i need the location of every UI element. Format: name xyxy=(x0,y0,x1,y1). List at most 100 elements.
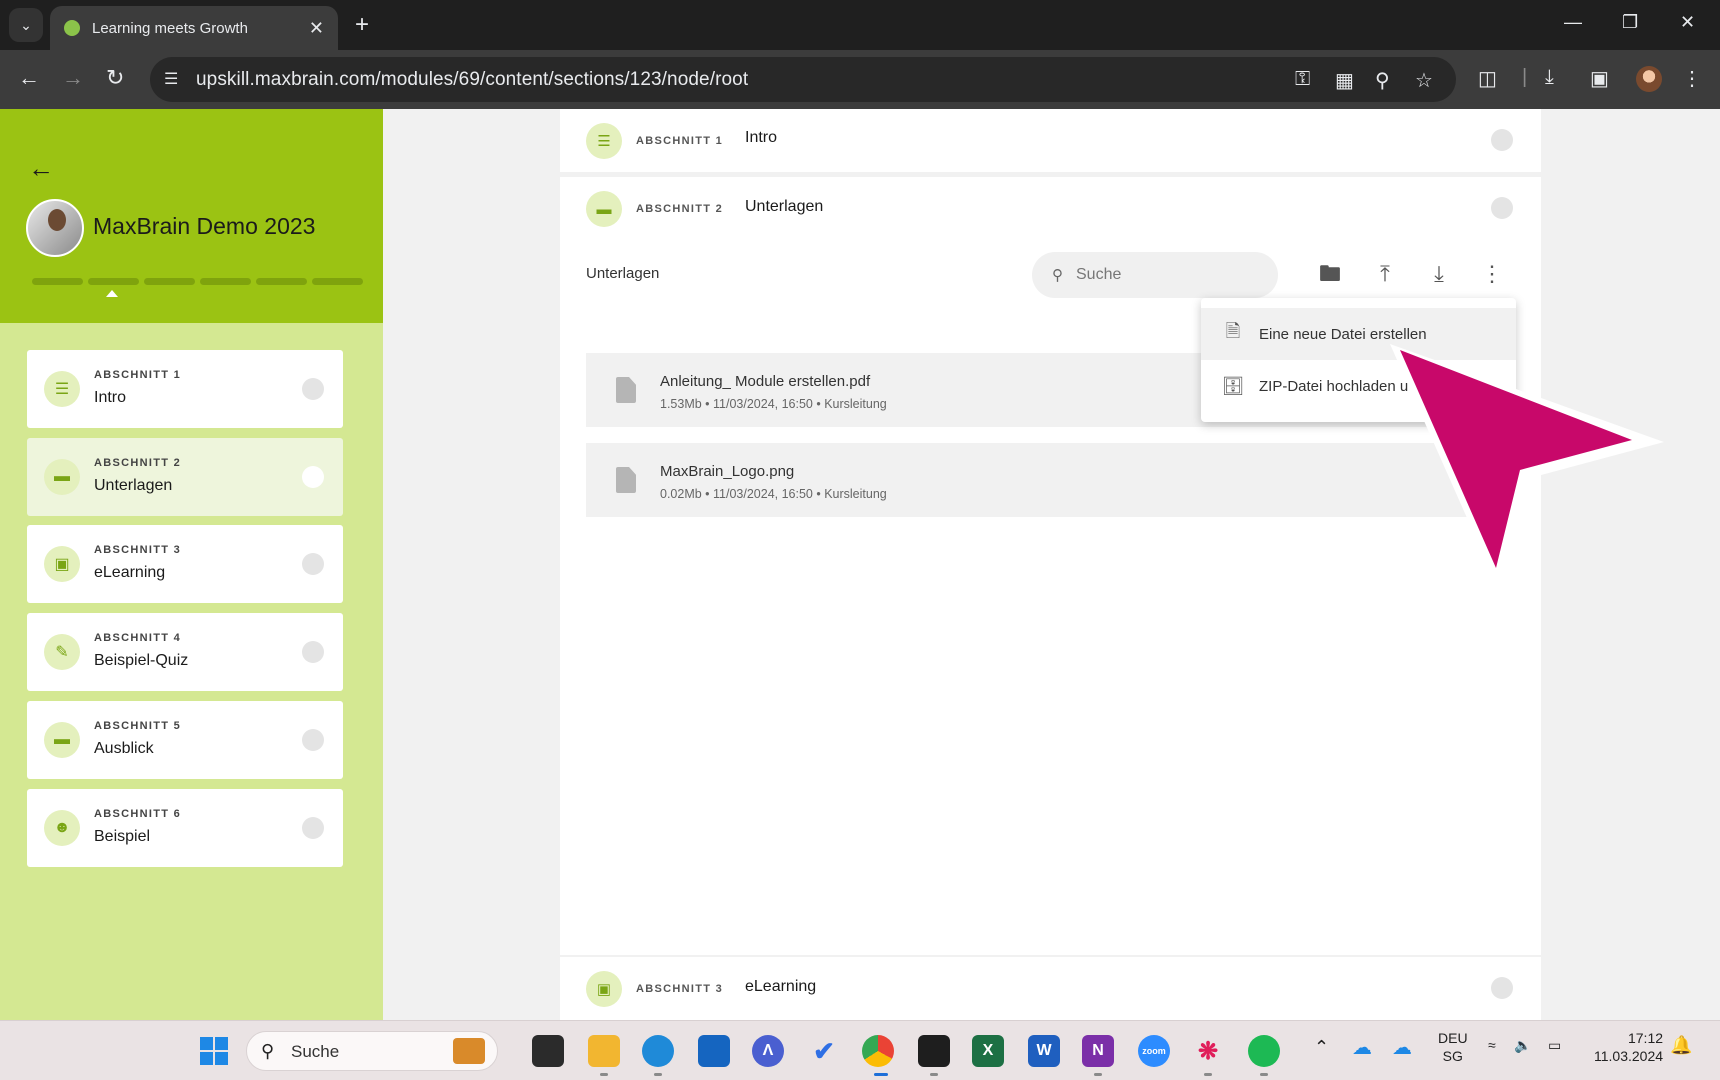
section-name: Beispiel-Quiz xyxy=(94,652,189,669)
excel-icon[interactable]: X xyxy=(972,1035,1004,1067)
notification-bell-icon[interactable]: 🔔 xyxy=(1670,1035,1692,1056)
progress-bar xyxy=(32,278,363,285)
section-row-elearning[interactable]: ▣ ABSCHNITT 3 eLearning xyxy=(560,957,1541,1020)
address-bar[interactable]: ☰ upskill.maxbrain.com/modules/69/conten… xyxy=(150,57,1456,102)
file-search[interactable]: ⚲ xyxy=(1032,252,1278,298)
progress-segment[interactable] xyxy=(32,278,83,285)
onedrive-icon[interactable]: ☁ xyxy=(1352,1035,1372,1060)
key-icon[interactable]: ⚿ xyxy=(1295,68,1310,91)
profile-avatar[interactable] xyxy=(1636,66,1662,92)
battery-icon[interactable]: ▭ xyxy=(1548,1037,1561,1054)
site-info-icon[interactable]: ☰ xyxy=(164,69,178,89)
progress-segment[interactable] xyxy=(256,278,307,285)
progress-segment[interactable] xyxy=(144,278,195,285)
task-view-icon[interactable] xyxy=(532,1035,564,1067)
tray-chevron-icon[interactable]: ⌃ xyxy=(1314,1037,1329,1058)
bookmark-star-icon[interactable]: ☆ xyxy=(1415,68,1433,93)
sidebar-item-ausblick[interactable]: ▬ ABSCHNITT 5 Ausblick xyxy=(27,701,343,779)
tab-close-icon[interactable]: ✕ xyxy=(309,18,324,39)
word-icon[interactable]: W xyxy=(1028,1035,1060,1067)
taskbar-search[interactable]: ⚲ Suche xyxy=(246,1031,498,1071)
section-kicker: ABSCHNITT 4 xyxy=(94,632,182,644)
file-meta: 0.02Mb • 11/03/2024, 16:50 • Kursleitung xyxy=(660,487,887,501)
sidebar-item-elearning[interactable]: ▣ ABSCHNITT 3 eLearning xyxy=(27,525,343,603)
zip-file-icon: 🗄 xyxy=(1221,375,1245,396)
section-name: Intro xyxy=(94,389,127,406)
sidebar-item-intro[interactable]: ☰ ABSCHNITT 1 Intro xyxy=(27,350,343,428)
language-indicator[interactable]: DEU SG xyxy=(1438,1029,1468,1065)
sidebar-item-beispiel-quiz[interactable]: ✎ ABSCHNITT 4 Beispiel-Quiz xyxy=(27,613,343,691)
running-indicator xyxy=(1260,1073,1268,1076)
running-indicator xyxy=(654,1073,662,1076)
slack-icon[interactable]: ❋ xyxy=(1192,1035,1224,1067)
volume-icon[interactable]: 🔈 xyxy=(1514,1037,1531,1054)
section-row-intro[interactable]: ☰ ABSCHNITT 1 Intro xyxy=(560,109,1541,172)
figma-icon[interactable] xyxy=(918,1035,950,1067)
onedrive-icon[interactable]: ☁ xyxy=(1392,1035,1412,1060)
tab-favicon-icon xyxy=(64,20,80,36)
chrome-icon[interactable] xyxy=(862,1035,894,1067)
section-name: Unterlagen xyxy=(94,477,173,494)
file-explorer-icon[interactable] xyxy=(588,1035,620,1067)
browser-toolbar: ← → ↻ ☰ upskill.maxbrain.com/modules/69/… xyxy=(0,50,1720,109)
minimize-icon[interactable]: — xyxy=(1564,12,1582,33)
windows-start-icon[interactable] xyxy=(198,1035,230,1067)
section-kicker: ABSCHNITT 3 xyxy=(636,983,724,995)
search-icon: ⚲ xyxy=(1052,267,1063,284)
status-dot xyxy=(302,553,324,575)
running-indicator xyxy=(1094,1073,1102,1076)
status-dot xyxy=(302,378,324,400)
progress-segment[interactable] xyxy=(312,278,363,285)
back-arrow-icon[interactable]: ← xyxy=(28,153,54,184)
back-icon[interactable]: ← xyxy=(18,66,40,90)
text-lines-icon: ☰ xyxy=(586,123,622,159)
running-indicator xyxy=(874,1073,888,1076)
tab-search-button[interactable]: ⌄ xyxy=(9,8,43,42)
more-options-icon[interactable]: ⋮ xyxy=(1477,259,1507,289)
restore-icon[interactable]: ❐ xyxy=(1622,12,1638,33)
forward-icon[interactable]: → xyxy=(62,66,84,90)
window-close-icon[interactable]: ✕ xyxy=(1680,12,1695,33)
search-input[interactable] xyxy=(1076,262,1266,288)
course-title: MaxBrain Demo 2023 xyxy=(93,213,316,239)
upload-icon[interactable]: ⤒ xyxy=(1370,259,1400,289)
reload-icon[interactable]: ↻ xyxy=(106,66,124,90)
app-a-icon[interactable]: Λ xyxy=(752,1035,784,1067)
status-dot xyxy=(1491,197,1513,219)
browser-tab[interactable]: Learning meets Growth ✕ xyxy=(50,6,338,50)
edge-icon[interactable] xyxy=(642,1035,674,1067)
new-folder-icon[interactable]: 🖿 xyxy=(1315,259,1345,289)
download-icon[interactable]: ⤓ xyxy=(1424,259,1454,289)
store-icon[interactable] xyxy=(698,1035,730,1067)
download-icon[interactable]: ⤓ xyxy=(1545,66,1554,89)
new-tab-button[interactable]: + xyxy=(355,11,369,39)
spotify-icon[interactable] xyxy=(1248,1035,1280,1067)
sidebar-item-beispiel[interactable]: ☻ ABSCHNITT 6 Beispiel xyxy=(27,789,343,867)
browser-tab-bar: ⌄ Learning meets Growth ✕ + — ❐ ✕ xyxy=(0,0,1720,50)
clock-date: 11.03.2024 xyxy=(1594,1048,1664,1064)
language-code: DEU xyxy=(1438,1030,1468,1046)
sidebar-item-unterlagen[interactable]: ▬ ABSCHNITT 2 Unterlagen xyxy=(27,438,343,516)
running-indicator xyxy=(1204,1073,1212,1076)
wifi-icon[interactable]: ≈ xyxy=(1488,1037,1496,1053)
section-kicker: ABSCHNITT 2 xyxy=(94,457,182,469)
file-name: MaxBrain_Logo.png xyxy=(660,463,795,480)
side-panel-icon[interactable]: ▣ xyxy=(1590,66,1609,91)
running-indicator xyxy=(930,1073,938,1076)
zoom-app-icon[interactable]: zoom xyxy=(1138,1035,1170,1067)
progress-segment[interactable] xyxy=(200,278,251,285)
todo-check-icon[interactable]: ✔ xyxy=(808,1035,840,1067)
status-dot xyxy=(302,817,324,839)
progress-segment[interactable] xyxy=(88,278,139,285)
menu-kebab-icon[interactable]: ⋮ xyxy=(1682,66,1702,91)
monitor-book-icon: ▣ xyxy=(44,546,80,582)
extensions-icon[interactable]: ◫ xyxy=(1478,66,1497,91)
file-name: Anleitung_ Module erstellen.pdf xyxy=(660,373,871,390)
file-icon xyxy=(616,467,636,493)
onenote-icon[interactable]: N xyxy=(1082,1035,1114,1067)
translate-icon[interactable]: ▦ xyxy=(1335,68,1354,93)
zoom-icon[interactable]: ⚲ xyxy=(1375,68,1390,93)
section-kicker: ABSCHNITT 3 xyxy=(94,544,182,556)
running-indicator xyxy=(600,1073,608,1076)
clock[interactable]: 17:12 11.03.2024 xyxy=(1594,1029,1663,1065)
